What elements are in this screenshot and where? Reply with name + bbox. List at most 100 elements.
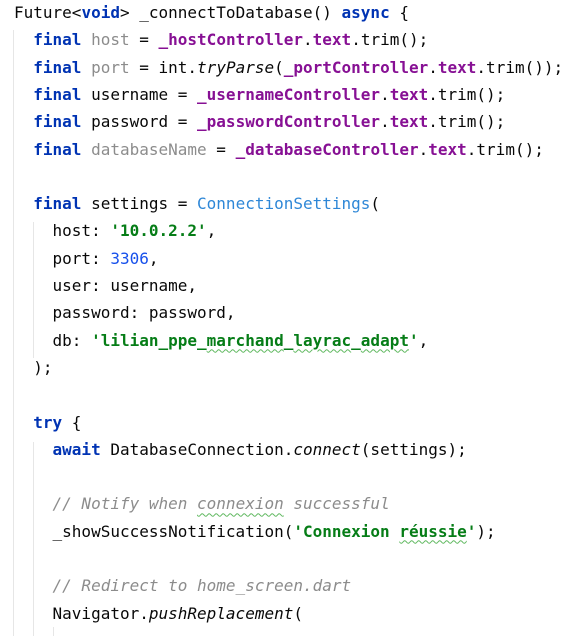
code-token: text	[428, 139, 467, 159]
code-token: Navigator.	[14, 603, 149, 623]
code-token: = int.	[129, 57, 198, 77]
code-line[interactable]: final username = _usernameController.tex…	[14, 83, 505, 107]
code-token: =	[206, 139, 236, 159]
code-line[interactable]: // Redirect to home_screen.dart	[14, 574, 352, 598]
code-token: (	[293, 603, 303, 623]
code-token: (settings);	[360, 439, 467, 459]
code-token: tryParse	[197, 57, 275, 77]
code-token: .	[380, 112, 390, 132]
code-token: adapt	[360, 330, 409, 350]
code-line[interactable]: user: username,	[14, 274, 198, 298]
code-token: _usernameController	[197, 84, 381, 104]
code-token: '	[408, 330, 419, 350]
code-line[interactable]: // Notify when connexion successful	[14, 492, 390, 516]
code-token: password =	[81, 112, 198, 132]
code-token: connexion	[197, 494, 284, 514]
code-line[interactable]: final databaseName = _databaseController…	[14, 138, 544, 162]
code-token: final	[33, 84, 82, 104]
code-token: final	[33, 30, 82, 50]
code-token: ,	[148, 248, 159, 268]
code-token: void	[81, 3, 120, 22]
code-token: final	[33, 112, 82, 132]
code-token: .trim());	[476, 57, 564, 77]
code-token: );	[14, 357, 53, 377]
code-line[interactable]: Future<void> _connectToDatabase() async …	[14, 1, 409, 25]
code-token: réussie	[399, 521, 467, 541]
code-token: ,	[206, 221, 217, 241]
code-line[interactable]: password: password,	[14, 301, 236, 325]
code-editor[interactable]: Future<void> _connectToDatabase() async …	[0, 0, 588, 636]
code-line[interactable]: _showSuccessNotification('Connexion réus…	[14, 520, 496, 544]
code-token: Future<	[14, 3, 82, 22]
code-line[interactable]: port: 3306,	[14, 247, 159, 271]
code-token: .trim();	[351, 30, 429, 50]
code-token: databaseName	[91, 139, 207, 159]
code-token: '10.0.2.2'	[110, 221, 207, 241]
code-token: db:	[14, 330, 92, 350]
code-line[interactable]: final port = int.tryParse(_portControlle…	[14, 56, 563, 80]
code-token: _passwordController	[197, 112, 381, 132]
code-token: .	[428, 57, 438, 77]
code-token: password: password,	[14, 303, 236, 323]
code-token: .	[380, 84, 390, 104]
code-token: '	[466, 521, 477, 541]
code-token: connect	[293, 439, 361, 459]
code-token: final	[33, 139, 82, 159]
code-line[interactable]: final host = _hostController.text.trim()…	[14, 28, 428, 52]
code-line[interactable]: db: 'lilian_ppe_marchand_layrac_adapt',	[14, 329, 429, 353]
code-token: .	[303, 30, 313, 50]
code-token: username =	[81, 84, 198, 104]
code-token: );	[476, 521, 496, 541]
code-token: _databaseController	[235, 139, 419, 159]
code-line[interactable]: );	[14, 356, 53, 380]
code-token: _portController	[283, 57, 429, 77]
code-line[interactable]: host: '10.0.2.2',	[14, 219, 217, 243]
code-token: pushReplacement	[148, 603, 294, 623]
code-token: successful	[283, 494, 390, 514]
code-token: ConnectionSettings	[197, 194, 371, 214]
code-token: text	[389, 84, 429, 104]
code-token: async	[341, 3, 390, 22]
code-token: 'Connexion	[293, 521, 400, 541]
code-token: port	[91, 57, 130, 77]
code-token: (	[274, 57, 284, 77]
code-line[interactable]: Navigator.pushReplacement(	[14, 602, 303, 626]
code-token: _	[283, 330, 294, 350]
code-token: // Notify when	[52, 494, 198, 514]
code-token: 3306	[110, 248, 149, 268]
code-token: > _connectToDatabase()	[119, 3, 342, 22]
code-line[interactable]: await DatabaseConnection.connect(setting…	[14, 438, 467, 462]
code-token: host:	[14, 221, 111, 241]
code-token: try	[33, 412, 63, 432]
code-token: .trim();	[428, 84, 506, 104]
code-token: {	[62, 412, 82, 432]
code-token: // Redirect to home_screen.dart	[52, 576, 352, 596]
code-token: final	[33, 194, 82, 214]
code-token: marchand	[206, 330, 284, 350]
code-token: final	[33, 57, 82, 77]
code-line[interactable]: try {	[14, 411, 81, 435]
code-line[interactable]: final settings = ConnectionSettings(	[14, 192, 380, 216]
code-token: user: username,	[14, 276, 198, 295]
code-token: layrac	[293, 330, 352, 350]
code-token: .trim();	[466, 139, 544, 159]
code-token: (	[370, 194, 381, 214]
code-token: text	[437, 57, 477, 77]
code-token: DatabaseConnection.	[100, 439, 294, 459]
code-token: .	[418, 139, 429, 159]
code-token: port:	[14, 248, 111, 268]
code-line[interactable]: final password = _passwordController.tex…	[14, 110, 505, 134]
code-token: text	[312, 30, 352, 50]
